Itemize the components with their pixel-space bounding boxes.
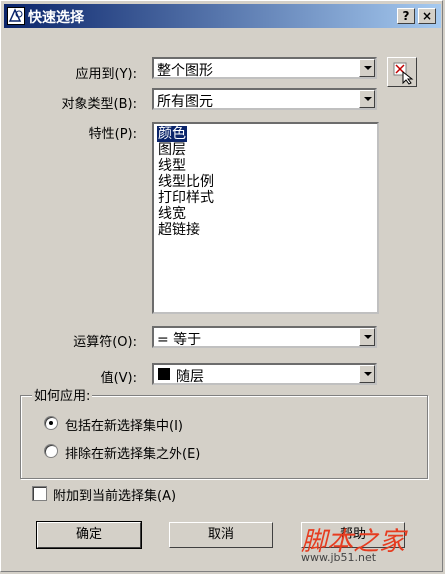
object-type-label: 对象类型(B):: [61, 97, 137, 112]
chevron-down-icon[interactable]: [359, 328, 375, 346]
cancel-button[interactable]: 取消: [169, 522, 273, 548]
apply-to-select[interactable]: 整个图形: [152, 57, 377, 79]
append-label[interactable]: 附加到当前选择集(A): [53, 485, 176, 504]
select-objects-button[interactable]: [387, 57, 417, 87]
list-item-hyperlink[interactable]: 超链接: [157, 222, 201, 238]
operator-select[interactable]: = 等于: [152, 326, 377, 348]
operator-value: = 等于: [157, 332, 202, 348]
operator-label: 运算符(O):: [73, 335, 137, 350]
apply-to-label: 应用到(Y):: [75, 67, 137, 82]
how-to-apply-group: [20, 395, 428, 479]
list-item-layer[interactable]: 图层: [157, 142, 187, 158]
list-item-color[interactable]: 颜色: [157, 126, 187, 142]
include-radio[interactable]: [44, 416, 58, 430]
list-item-plot-style[interactable]: 打印样式: [157, 190, 215, 206]
chevron-down-icon[interactable]: [359, 59, 375, 77]
chevron-down-icon[interactable]: [359, 365, 375, 383]
value-text: 随层: [176, 369, 204, 385]
watermark-url: www.jb51.net: [301, 551, 377, 564]
app-icon: [7, 7, 25, 25]
window-title: 快速选择: [28, 10, 84, 26]
object-type-value: 所有图元: [157, 94, 213, 110]
apply-to-value: 整个图形: [157, 63, 213, 79]
title-bar[interactable]: 快速选择 ? ×: [4, 4, 441, 28]
exclude-radio[interactable]: [44, 444, 58, 458]
color-swatch: [158, 368, 170, 380]
quick-select-dialog: 快速选择 ? × 应用到(Y): 整个图形 对象类型(B): 所有图元 特性(P…: [0, 0, 443, 572]
properties-label: 特性(P):: [88, 127, 137, 142]
list-item-linetype[interactable]: 线型: [157, 158, 187, 174]
object-type-select[interactable]: 所有图元: [152, 88, 377, 110]
exclude-label[interactable]: 排除在新选择集之外(E): [65, 443, 200, 462]
how-to-apply-label: 如何应用:: [32, 385, 93, 404]
value-label: 值(V):: [100, 371, 137, 386]
list-item-lineweight[interactable]: 线宽: [157, 206, 187, 222]
append-checkbox[interactable]: [32, 486, 47, 501]
ok-button[interactable]: 确定: [36, 521, 142, 549]
help-title-button[interactable]: ?: [397, 8, 415, 24]
chevron-down-icon[interactable]: [359, 90, 375, 108]
close-button[interactable]: ×: [418, 8, 436, 24]
value-select[interactable]: 随层: [152, 363, 377, 385]
list-item-linetype-scale[interactable]: 线型比例: [157, 174, 215, 190]
include-label[interactable]: 包括在新选择集中(I): [65, 415, 183, 434]
select-objects-icon: [393, 62, 414, 85]
properties-list[interactable]: 颜色 图层 线型 线型比例 打印样式 线宽 超链接: [152, 122, 379, 314]
